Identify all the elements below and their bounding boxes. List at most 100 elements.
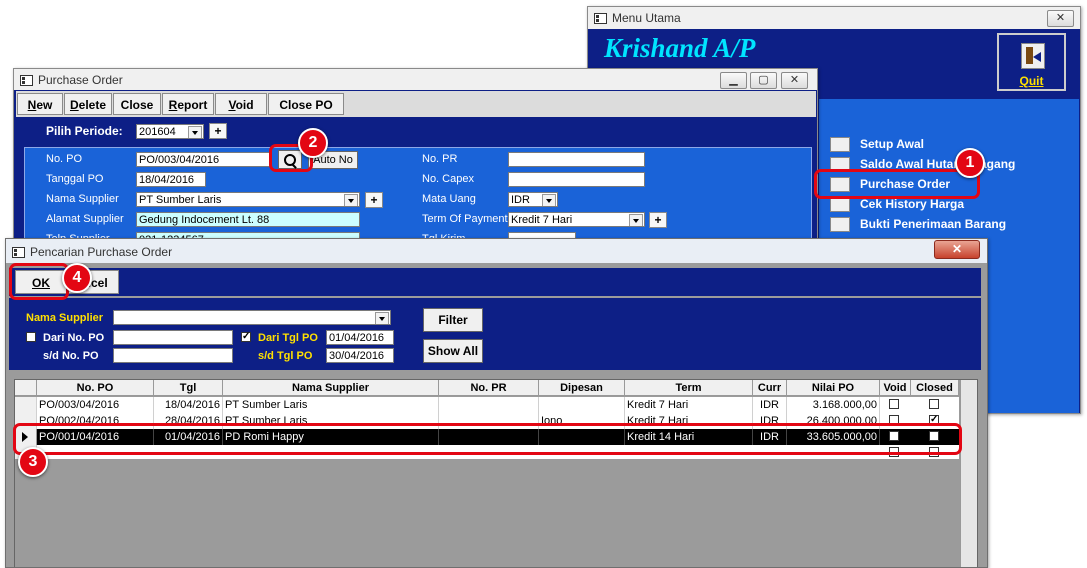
purchase-order-titlebar: Purchase Order ▁ ▢ ✕ xyxy=(14,69,817,90)
cell-no-po: PO/003/04/2016 xyxy=(37,397,154,413)
no-pr-label: No. PR xyxy=(422,153,458,165)
cell-no-pr xyxy=(439,397,539,413)
sd-tgl-po-field[interactable]: 30/04/2016 xyxy=(326,348,394,363)
chevron-down-icon[interactable] xyxy=(188,126,202,138)
menu-utama-title: Menu Utama xyxy=(612,11,681,25)
maximize-icon[interactable]: ▢ xyxy=(750,72,777,89)
cell-nilai-po: 3.168.000,00 xyxy=(787,397,880,413)
col-header-void[interactable]: Void xyxy=(880,380,911,396)
show-all-button[interactable]: Show All xyxy=(423,339,483,363)
term-of-payment-label: Term Of Payment xyxy=(422,213,508,225)
po-form-panel: No. PO PO/003/04/2016 Auto No Tanggal PO… xyxy=(24,147,812,249)
pencarian-toolbar: OK Cancel xyxy=(9,268,981,296)
col-header-no-po[interactable]: No. PO xyxy=(37,380,154,396)
table-row[interactable]: PO/003/04/2016 18/04/2016 PT Sumber Lari… xyxy=(15,397,959,414)
add-term-button[interactable]: + xyxy=(649,212,667,228)
row-selector[interactable] xyxy=(15,397,37,413)
pencarian-titlebar: Pencarian Purchase Order ✕ xyxy=(6,239,987,263)
nama-supplier-filter-select[interactable] xyxy=(113,310,391,325)
col-header-curr[interactable]: Curr xyxy=(753,380,787,396)
close-icon[interactable]: ✕ xyxy=(781,72,808,89)
col-header-nama-supplier[interactable]: Nama Supplier xyxy=(223,380,439,396)
closed-checkbox[interactable] xyxy=(929,399,939,409)
tanggal-po-label: Tanggal PO xyxy=(46,173,104,185)
nama-supplier-filter-label: Nama Supplier xyxy=(26,312,104,324)
close-button[interactable]: Close xyxy=(113,93,161,115)
report-button[interactable]: Report xyxy=(162,93,214,115)
chevron-down-icon[interactable] xyxy=(344,194,358,206)
cell-supplier: PT Sumber Laris xyxy=(223,397,439,413)
callout-badge-1: 1 xyxy=(955,148,985,178)
col-header-nilai-po[interactable]: Nilai PO xyxy=(787,380,880,396)
dari-no-po-field[interactable] xyxy=(113,330,233,345)
brand-title: Krishand A/P xyxy=(604,33,756,63)
chevron-down-icon[interactable] xyxy=(629,214,643,226)
term-of-payment-select[interactable]: Kredit 7 Hari xyxy=(508,212,645,227)
col-header-term[interactable]: Term xyxy=(625,380,753,396)
po-toolbar: New Delete Close Report Void Close PO xyxy=(16,91,816,117)
menu-button-bukti-penerimaan[interactable] xyxy=(830,217,850,232)
no-pr-field[interactable] xyxy=(508,152,645,167)
chevron-down-icon[interactable] xyxy=(375,312,389,324)
void-checkbox[interactable] xyxy=(889,399,899,409)
pencarian-window: Pencarian Purchase Order ✕ OK Cancel Nam… xyxy=(5,238,988,568)
minimize-icon[interactable]: ▁ xyxy=(720,72,747,89)
mata-uang-select[interactable]: IDR xyxy=(508,192,558,207)
sd-no-po-label: s/d No. PO xyxy=(43,350,99,362)
mata-uang-value: IDR xyxy=(511,194,530,206)
col-header-tgl[interactable]: Tgl xyxy=(154,380,223,396)
dari-tgl-po-label: Dari Tgl PO xyxy=(258,332,318,344)
highlight-purchase-order xyxy=(814,169,980,199)
door-exit-icon xyxy=(1021,43,1045,69)
callout-badge-4: 4 xyxy=(62,263,92,293)
add-periode-button[interactable]: + xyxy=(209,123,227,139)
new-button[interactable]: New xyxy=(17,93,63,115)
col-header-closed[interactable]: Closed xyxy=(911,380,959,396)
dari-tgl-po-checkbox[interactable]: ✓ xyxy=(241,332,251,342)
col-header-dipesan[interactable]: Dipesan xyxy=(539,380,625,396)
menu-button-setup-awal[interactable] xyxy=(830,137,850,152)
no-capex-field[interactable] xyxy=(508,172,645,187)
sd-tgl-po-label: s/d Tgl PO xyxy=(258,350,313,362)
chevron-down-icon[interactable] xyxy=(542,194,556,206)
cell-term: Kredit 7 Hari xyxy=(625,397,753,413)
cell-dipesan xyxy=(539,397,625,413)
purchase-order-title: Purchase Order xyxy=(38,73,123,87)
close-po-button[interactable]: Close PO xyxy=(268,93,344,115)
callout-badge-2: 2 xyxy=(298,128,328,158)
cell-tgl: 18/04/2016 xyxy=(154,397,223,413)
pilih-periode-label: Pilih Periode: xyxy=(46,124,123,138)
term-value: Kredit 7 Hari xyxy=(511,214,573,226)
vertical-scrollbar[interactable] xyxy=(960,380,977,567)
po-grid: No. PO Tgl Nama Supplier No. PR Dipesan … xyxy=(14,379,978,567)
window-icon xyxy=(12,247,25,258)
filter-button[interactable]: Filter xyxy=(423,308,483,332)
menu-button-cek-history[interactable] xyxy=(830,197,850,212)
tanggal-po-field[interactable]: 18/04/2016 xyxy=(136,172,206,187)
delete-button[interactable]: Delete xyxy=(64,93,112,115)
add-supplier-button[interactable]: + xyxy=(365,192,383,208)
no-po-label: No. PO xyxy=(46,153,83,165)
close-icon[interactable]: ✕ xyxy=(934,240,980,259)
periode-select[interactable]: 201604 xyxy=(136,124,204,139)
quit-label: Quit xyxy=(1019,74,1044,88)
alamat-supplier-label: Alamat Supplier xyxy=(46,213,124,225)
no-po-field[interactable]: PO/003/04/2016 xyxy=(136,152,272,167)
dari-no-po-label: Dari No. PO xyxy=(43,332,105,344)
close-icon[interactable]: ✕ xyxy=(1047,10,1074,27)
sd-no-po-field[interactable] xyxy=(113,348,233,363)
window-icon xyxy=(20,75,33,86)
dari-no-po-checkbox[interactable] xyxy=(26,332,36,342)
alamat-supplier-field[interactable]: Gedung Indocement Lt. 88 xyxy=(136,212,360,227)
void-button[interactable]: Void xyxy=(215,93,267,115)
quit-button[interactable]: Quit xyxy=(997,33,1066,91)
menu-utama-titlebar: Menu Utama ✕ xyxy=(588,7,1080,29)
no-capex-label: No. Capex xyxy=(422,173,474,185)
dari-tgl-po-field[interactable]: 01/04/2016 xyxy=(326,330,394,345)
nama-supplier-select[interactable]: PT Sumber Laris xyxy=(136,192,360,207)
col-header-no-pr[interactable]: No. PR xyxy=(439,380,539,396)
window-icon xyxy=(594,13,607,24)
filter-panel: Nama Supplier Dari No. PO s/d No. PO ✓ D… xyxy=(9,298,981,370)
nama-supplier-value: PT Sumber Laris xyxy=(139,194,222,206)
pencarian-title: Pencarian Purchase Order xyxy=(30,245,173,259)
